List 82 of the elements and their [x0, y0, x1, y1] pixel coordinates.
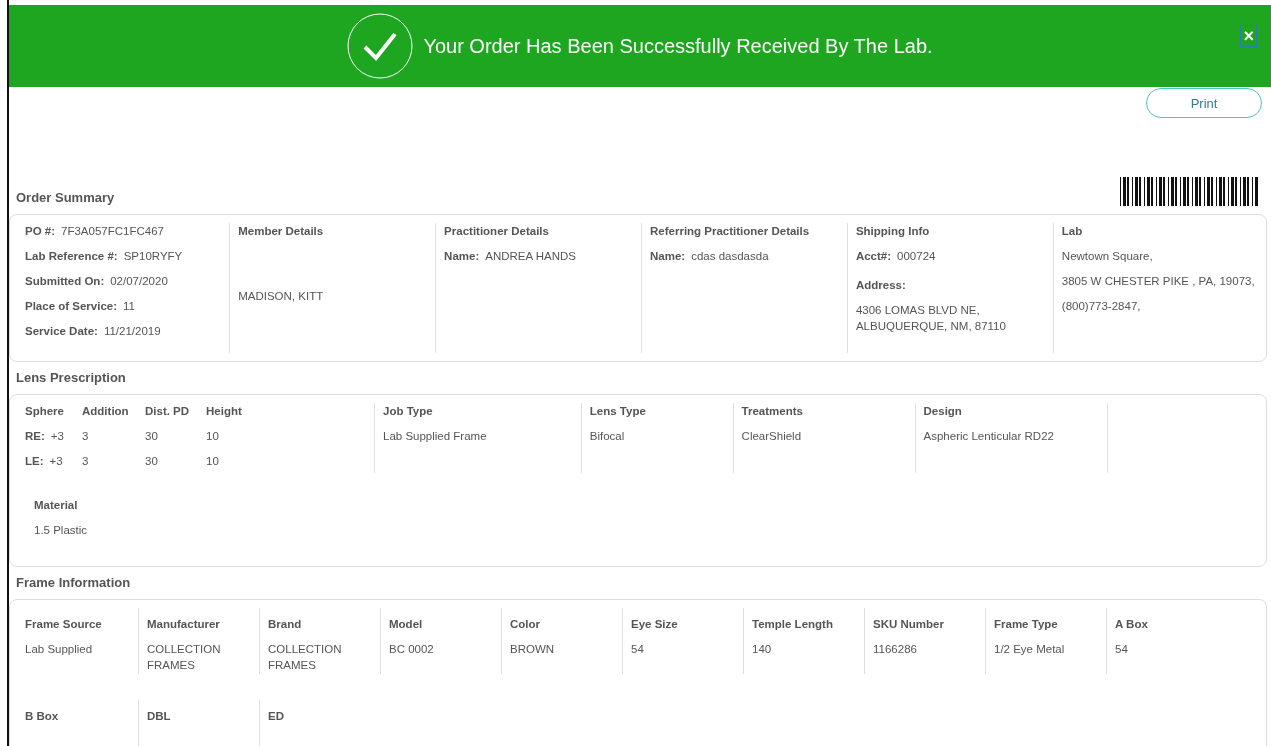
table-cell-text: 3	[82, 454, 90, 469]
field-value: Bifocal	[589, 429, 626, 444]
field-value: Lab Supplied	[25, 642, 94, 657]
column-heading: Treatments	[741, 404, 804, 419]
table-cell-text: 30	[145, 429, 159, 444]
barcode-icon	[1120, 177, 1259, 206]
field-label: Name:	[650, 249, 686, 264]
field-value: (800)773-2847,	[1061, 299, 1142, 314]
field-value: Lab Supplied Frame	[383, 429, 488, 444]
field-value: 140	[752, 642, 773, 657]
close-button[interactable]: ×	[1240, 25, 1257, 47]
section-title: Order Summary	[16, 189, 115, 207]
column-heading: Addition	[82, 404, 130, 419]
field-value: 02/07/2020	[110, 274, 168, 289]
field-label: Place of Service:	[25, 299, 118, 314]
column-heading: Design	[923, 404, 963, 419]
field-value: 3805 W CHESTER PIKE , PA, 19073,	[1061, 274, 1256, 289]
checkmark-icon	[347, 13, 414, 79]
column-heading: ED	[268, 709, 285, 724]
column-heading: Practitioner Details	[444, 224, 550, 239]
field-value: ANDREA HANDS	[485, 249, 576, 264]
column-heading: Frame Type	[994, 617, 1059, 632]
column-heading: Color	[510, 617, 542, 632]
column-heading: Eye Size	[631, 617, 679, 632]
field-value: COLLECTION FRAMES	[268, 642, 343, 673]
table-cell-text: 10	[206, 429, 220, 444]
column-heading: Lab	[1061, 224, 1084, 239]
field-value: BROWN	[510, 642, 556, 657]
table-cell-text: +3	[49, 454, 63, 469]
field-label: Acct#:	[855, 249, 892, 264]
column-heading: Dist. PD	[145, 404, 191, 419]
column-heading: Member Details	[238, 224, 325, 239]
column-heading: Manufacturer	[147, 617, 221, 632]
section-title: Lens Prescription	[16, 369, 126, 387]
field-value: 1166286	[873, 642, 918, 657]
field-label: Submitted On:	[25, 274, 105, 289]
field-value: BC 0002	[389, 642, 435, 657]
field-value: Aspheric Lenticular RD22	[923, 429, 1055, 444]
column-heading: B Box	[25, 709, 60, 724]
column-heading: Sphere	[25, 404, 65, 419]
column-heading: Lens Type	[589, 404, 647, 419]
field-label: Name:	[444, 249, 480, 264]
field-value: Newtown Square,	[1061, 249, 1154, 264]
field-value: 11	[123, 299, 135, 314]
field-value: 4306 LOMAS BLVD NE, ALBUQUERQUE, NM, 87110	[855, 303, 1007, 334]
field-value: ClearShield	[741, 429, 803, 444]
column-heading: Height	[206, 404, 243, 419]
column-heading: A Box	[1115, 617, 1149, 632]
column-heading: Job Type	[383, 404, 434, 419]
success-message: Your Order Has Been Successfully Received By The Lab.	[423, 34, 933, 58]
field-label: Service Date:	[25, 324, 98, 339]
field-label: Lab Reference #:	[25, 249, 118, 264]
column-heading: DBL	[147, 709, 172, 724]
eye-label: LE:	[25, 454, 44, 469]
field-value: 54	[1115, 642, 1129, 657]
field-value: 1/2 Eye Metal	[994, 642, 1066, 657]
field-value: 54	[631, 642, 645, 657]
field-label: Address:	[855, 278, 907, 293]
field-value: 1.5 Plastic	[34, 523, 89, 538]
table-cell-text: 10	[206, 454, 220, 469]
column-heading: Temple Length	[752, 617, 834, 632]
field-value: 000724	[897, 249, 936, 264]
column-heading: Brand	[268, 617, 303, 632]
column-heading: Referring Practitioner Details	[650, 224, 811, 239]
column-heading: Frame Source	[25, 617, 103, 632]
column-heading: SKU Number	[873, 617, 945, 632]
field-value: 11/21/2019	[103, 324, 161, 339]
column-heading: Material	[34, 498, 79, 513]
table-cell-text: +3	[50, 429, 64, 444]
field-value: SP10RYFY	[123, 249, 183, 264]
table-cell-text: 3	[82, 429, 90, 444]
print-button[interactable]: Print	[1146, 88, 1262, 118]
column-heading: Model	[389, 617, 424, 632]
field-label: PO #:	[25, 224, 56, 239]
field-value: 7F3A057FC1FC467	[61, 224, 164, 239]
eye-label: RE:	[25, 429, 45, 444]
field-value: COLLECTION FRAMES	[147, 642, 222, 673]
column-heading: Shipping Info	[855, 224, 931, 239]
section-title: Frame Information	[16, 574, 131, 592]
table-cell-text: 30	[145, 454, 159, 469]
field-value: cdas dasdasda	[691, 249, 769, 264]
member-name: MADISON, KITT	[238, 289, 325, 304]
